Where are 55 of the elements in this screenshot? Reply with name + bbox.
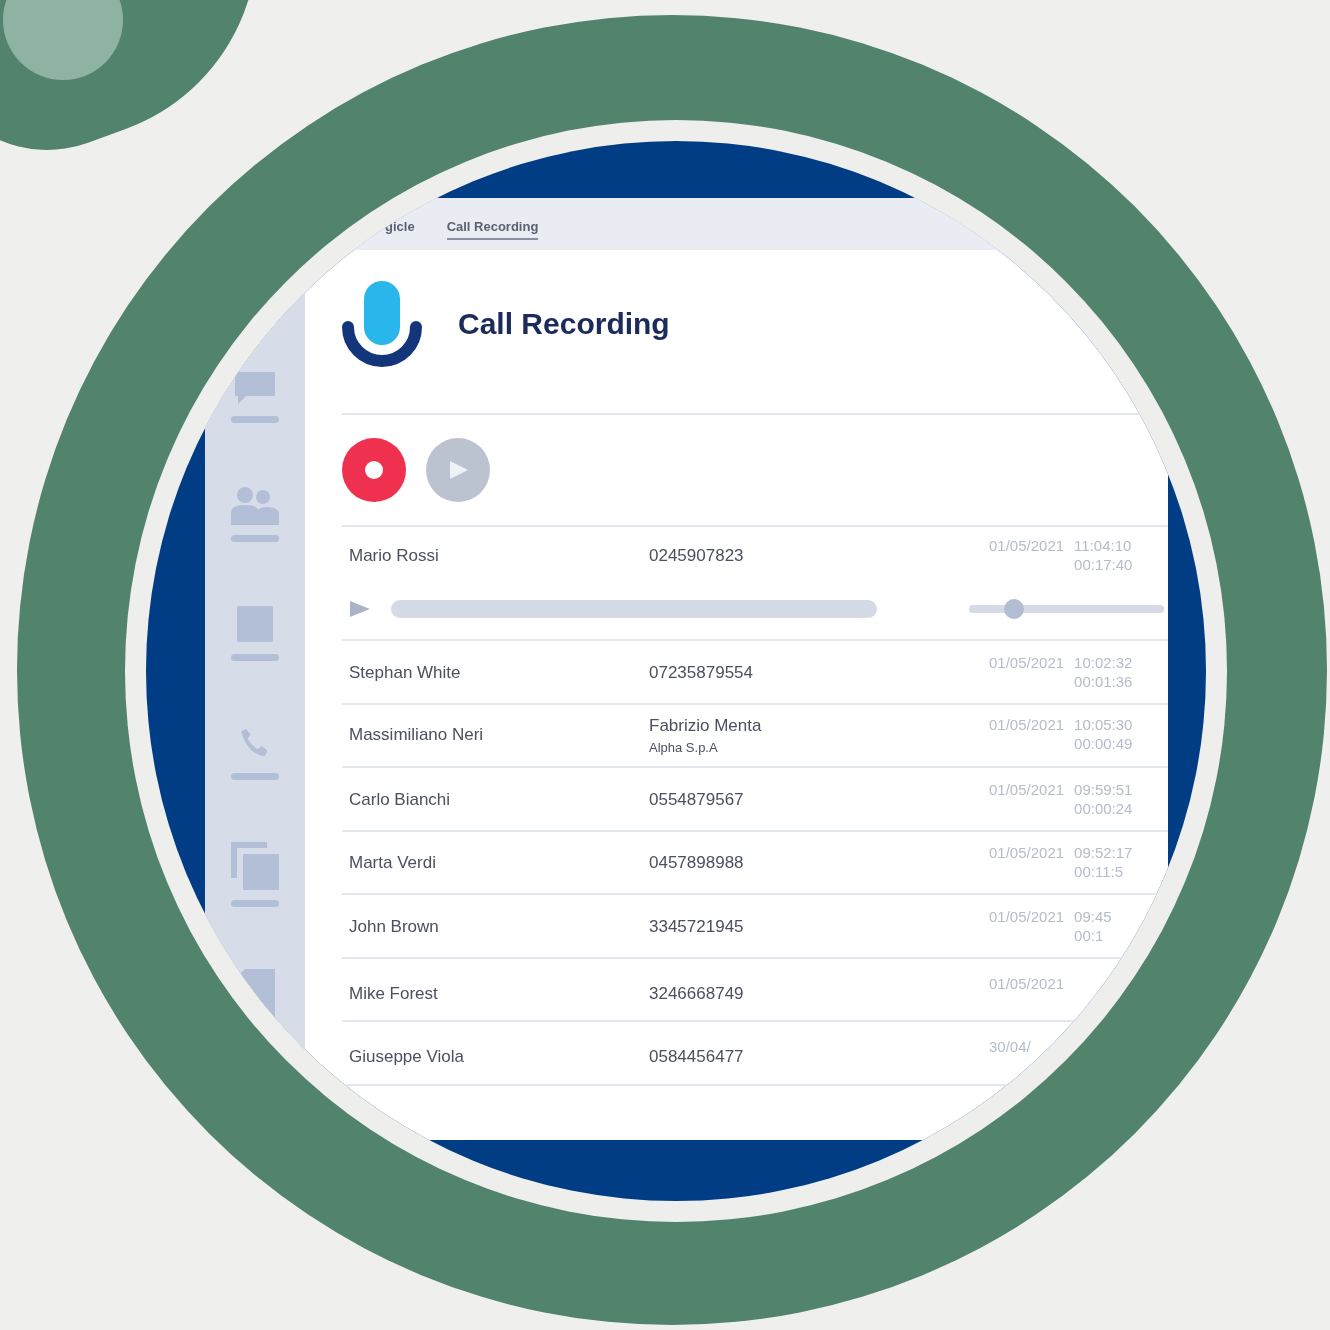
play-icon <box>447 459 469 481</box>
caller-name: Carlo Bianchi <box>349 788 452 810</box>
volume-slider[interactable] <box>969 599 1164 619</box>
sidebar-label-bar <box>231 535 279 542</box>
call-time: 10:05:30 <box>1074 715 1133 733</box>
call-time: 10:02:32 <box>1074 653 1133 671</box>
call-time: 09:59:51 <box>1074 780 1133 798</box>
chat-icon[interactable] <box>232 370 278 406</box>
caller-name: Giuseppe Viola <box>349 1046 465 1068</box>
tab[interactable]: Call Recording <box>446 214 539 240</box>
call-date: 01/05/2021 <box>989 844 1065 864</box>
call-date: 01/05/2021 <box>989 780 1065 800</box>
page-title: Call Recording <box>458 307 670 341</box>
slider-thumb[interactable] <box>1003 599 1024 619</box>
call-time: 11:04:10 <box>1074 537 1133 554</box>
record-icon <box>365 461 383 479</box>
caller-name: Marta Verdi <box>349 852 437 874</box>
caller-name: Stephan White <box>349 661 462 683</box>
call-duration: 00:11:5 <box>1074 863 1124 881</box>
call-duration: 00:00:24 <box>1074 799 1133 817</box>
people-icon[interactable] <box>231 485 279 525</box>
play-icon[interactable] <box>349 600 371 618</box>
company-name: Alpha S.p.A <box>649 739 719 755</box>
sidebar-label-bar <box>231 900 279 907</box>
sidebar-label-bar <box>231 773 279 780</box>
phone-number: 0245907823 <box>649 545 745 566</box>
phone-number: 0584456477 <box>649 1046 745 1068</box>
progress-track[interactable] <box>391 600 877 618</box>
phone-number: 0554879567 <box>649 788 745 810</box>
caller-name: Massimiliano Neri <box>349 723 485 745</box>
phone-number: 3246668749 <box>649 982 745 1004</box>
call-duration: 00:17:40 <box>1074 556 1133 573</box>
call-duration: 00:00:49 <box>1074 734 1133 752</box>
call-date: 01/05/2021 <box>989 715 1065 735</box>
contact-name: Fabrizio Menta <box>649 715 763 736</box>
sidebar-label-bar <box>231 416 279 423</box>
call-time: 09:45 <box>1074 907 1112 925</box>
phone-number: 0457898988 <box>649 852 745 874</box>
caller-name: John Brown <box>349 915 440 937</box>
windows-icon[interactable] <box>231 842 279 890</box>
caller-name: Mario Rossi <box>349 545 440 566</box>
phone-number: 07235879554 <box>649 661 754 683</box>
call-duration: 00:01:36 <box>1074 672 1133 690</box>
call-time: 09:52:17 <box>1074 844 1133 862</box>
phone-number: 3345721945 <box>649 915 745 937</box>
call-date: 01/05/2021 <box>989 907 1065 927</box>
call-date: 30/04/ <box>989 1038 1031 1056</box>
call-duration: 00:1 <box>1074 926 1105 944</box>
call-date: 01/05/2021 <box>989 653 1065 673</box>
sidebar-label-bar <box>231 654 279 661</box>
microphone-icon <box>342 281 422 367</box>
caller-name: Mike Forest <box>349 982 439 1004</box>
call-date: 01/05/2021 <box>989 974 1065 992</box>
call-date: 01/05/2021 <box>989 537 1065 556</box>
notepad-icon[interactable] <box>235 604 275 644</box>
